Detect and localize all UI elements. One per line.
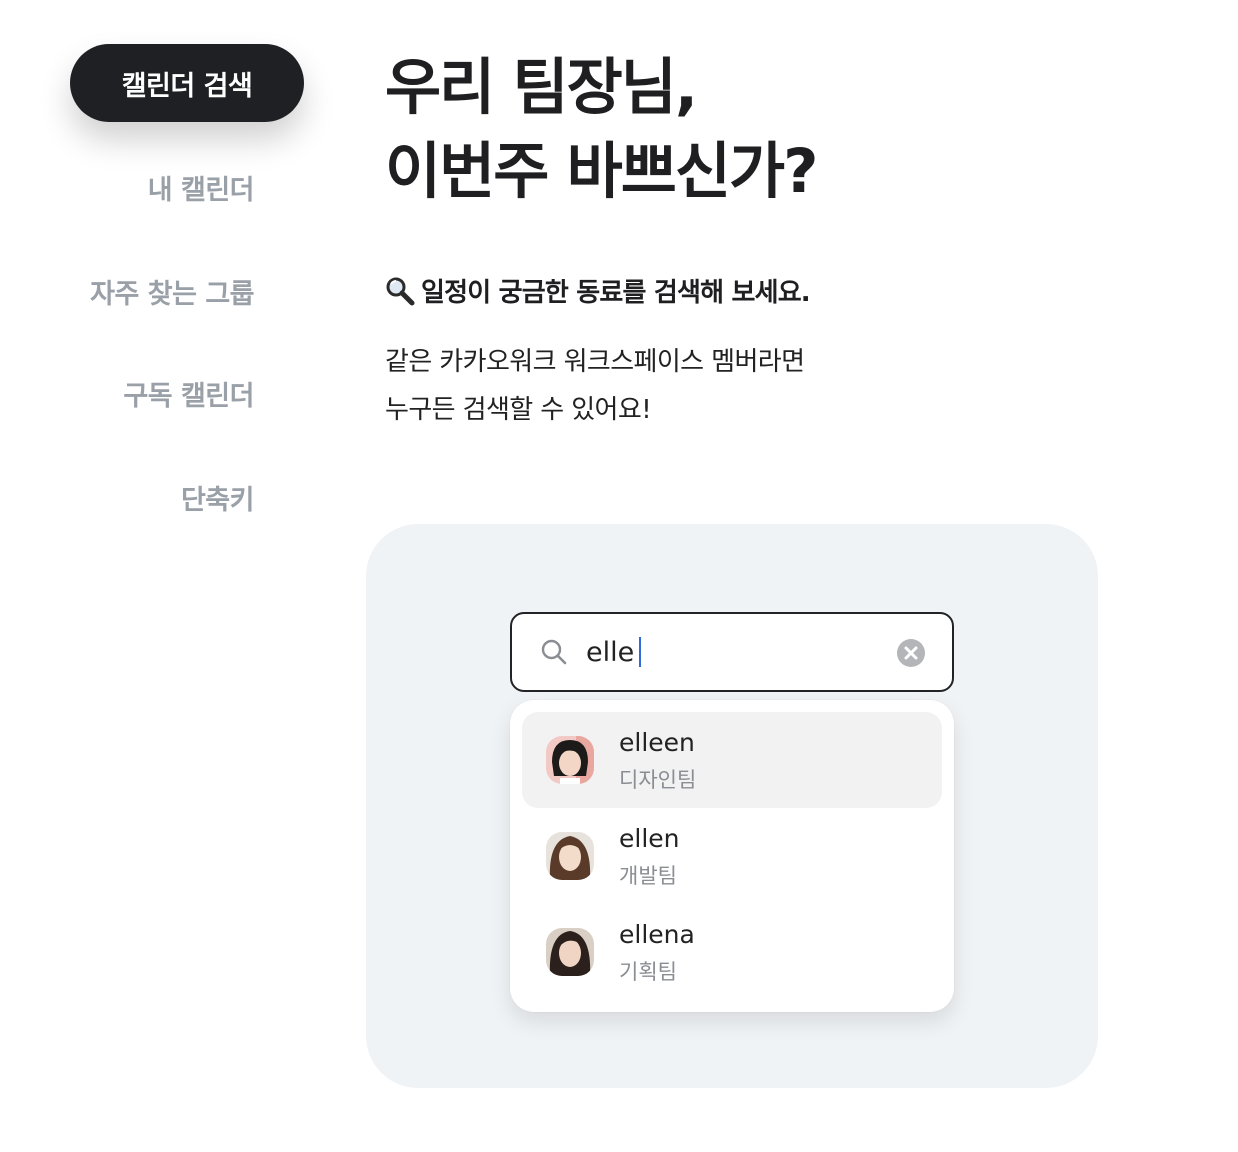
list-item[interactable]: elleen 디자인팀 [522,712,942,808]
page-title-line-2: 이번주 바쁘신가? [385,136,818,207]
search-icon [541,639,567,665]
description: 같은 카카오워크 워크스페이스 멤버라면 누구든 검색할 수 있어요! [385,338,805,434]
description-line-1: 같은 카카오워크 워크스페이스 멤버라면 [385,347,805,377]
result-name: ellena [619,920,695,949]
result-team: 개발팀 [619,864,677,888]
sidebar-item-label: 단축키 [180,485,255,516]
clear-icon[interactable] [896,638,926,668]
subtitle-text: 일정이 궁금한 동료를 검색해 보세요. [421,278,811,308]
avatar [546,832,594,880]
result-team: 기획팀 [619,960,677,984]
page-title: 우리 팀장님, 이번주 바쁘신가? [385,46,818,214]
avatar [546,928,594,976]
page-title-line-1: 우리 팀장님, [385,52,698,123]
result-name: elleen [619,728,695,757]
result-name: ellen [619,824,680,853]
list-item[interactable]: ellena 기획팀 [522,904,942,1000]
sidebar-item-calendar-search[interactable]: 캘린더 검색 [70,44,304,122]
subtitle: 일정이 궁금한 동료를 검색해 보세요. [385,272,811,309]
magnifier-icon [386,277,415,305]
search-input[interactable]: elle [510,612,954,692]
search-results-dropdown: elleen 디자인팀 ellen 개발팀 ellena 기획팀 [510,700,954,1012]
sidebar-item-label: 내 캘린더 [147,175,255,206]
description-line-2: 누구든 검색할 수 있어요! [385,395,652,425]
sidebar-item-my-calendar[interactable]: 내 캘린더 [147,168,255,207]
sidebar-item-shortcuts[interactable]: 단축키 [180,478,255,517]
list-item[interactable]: ellen 개발팀 [522,808,942,904]
sidebar-item-label: 구독 캘린더 [123,381,254,412]
sidebar-item-label: 자주 찾는 그룹 [90,279,254,310]
result-team: 디자인팀 [619,768,697,792]
avatar [546,736,594,784]
search-text: elle [586,636,635,668]
sidebar-item-subscribed-calendars[interactable]: 구독 캘린더 [123,374,254,413]
text-caret [639,637,642,667]
sidebar-item-label: 캘린더 검색 [121,70,253,102]
search-value: elle [586,632,642,672]
sidebar-item-frequent-groups[interactable]: 자주 찾는 그룹 [90,272,254,311]
